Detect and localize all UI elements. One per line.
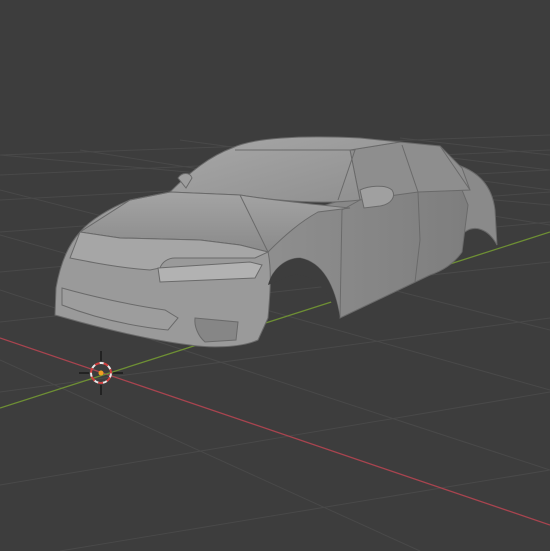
x-axis-line bbox=[0, 337, 550, 526]
viewport-canvas[interactable] bbox=[0, 0, 550, 551]
car-body-mesh[interactable] bbox=[54, 136, 498, 348]
3d-viewport[interactable] bbox=[0, 0, 550, 551]
3d-cursor-icon[interactable] bbox=[79, 351, 123, 395]
